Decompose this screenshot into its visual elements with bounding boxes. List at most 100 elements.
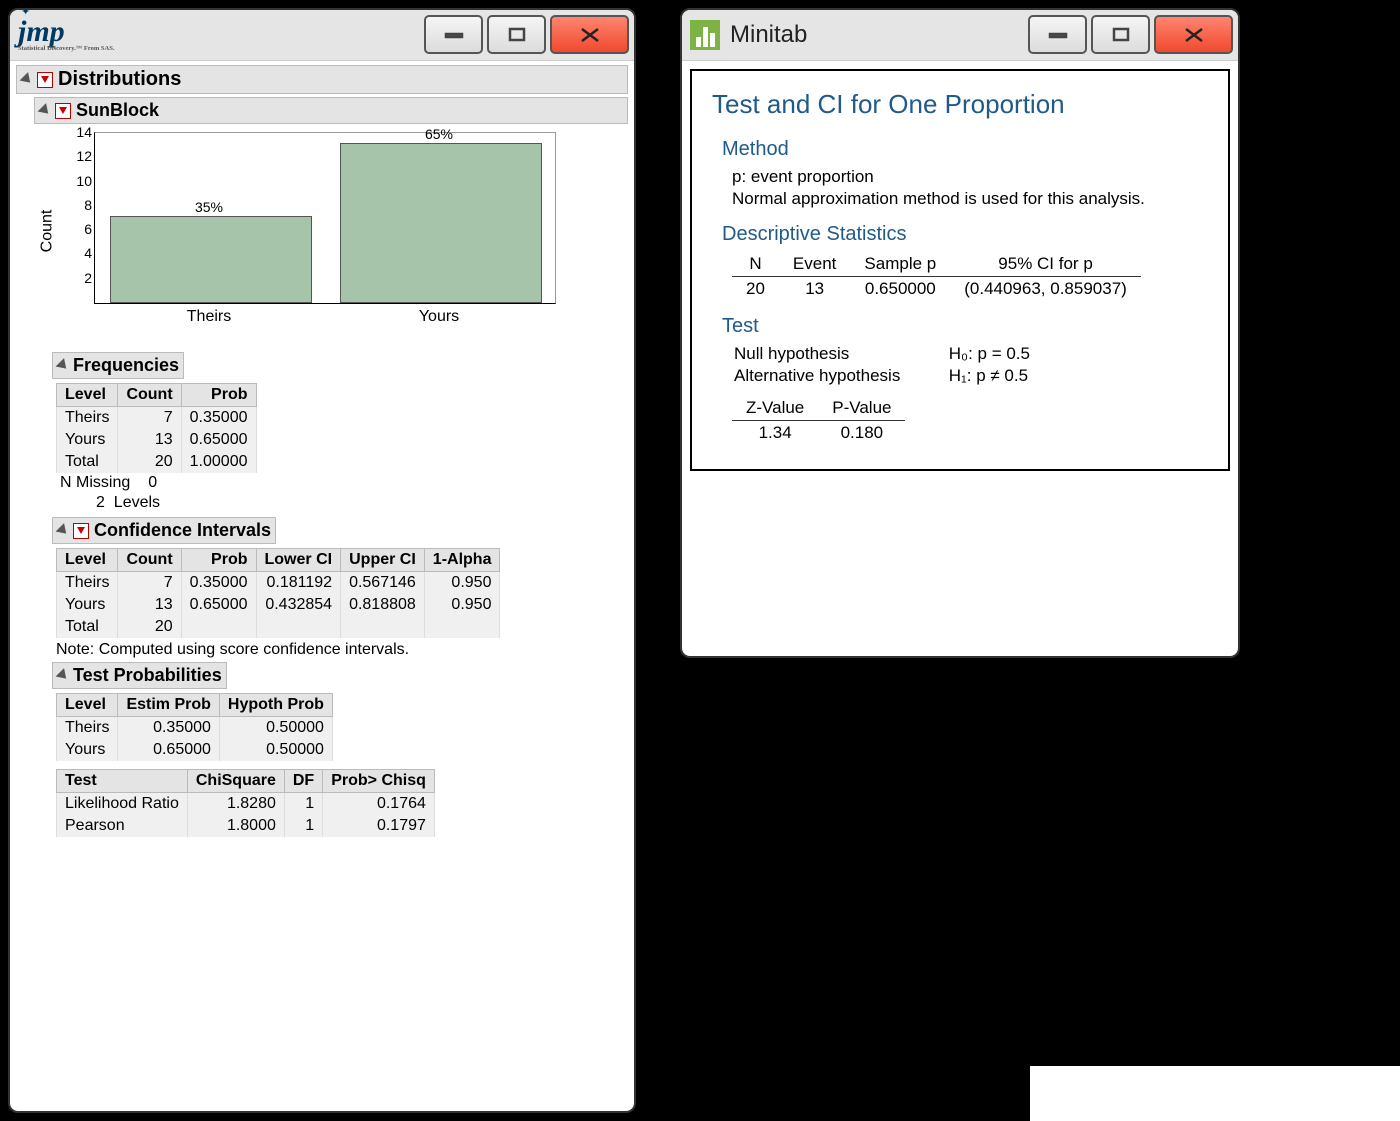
red-triangle-menu-icon[interactable]	[55, 103, 71, 119]
minitab-logo-icon	[690, 20, 720, 50]
jmp-logo: ✦jmp Statistical Discovery.™ From SAS.	[18, 17, 114, 54]
frequencies-title: Frequencies	[73, 355, 179, 376]
test-heading: Test	[722, 315, 1208, 338]
col-prob: Prob	[181, 384, 256, 407]
ci-header[interactable]: Confidence Intervals	[52, 517, 276, 544]
table-row: 20 13 0.650000 (0.440963, 0.859037)	[732, 277, 1141, 302]
alt-hypothesis-value: H₁: p ≠ 0.5	[949, 366, 1028, 385]
y-tick: 14	[68, 124, 92, 140]
col-samplep: Sample p	[850, 252, 950, 277]
y-tick: 10	[68, 173, 92, 189]
frequencies-table: Level Count Prob Theirs70.35000 Yours130…	[56, 383, 257, 473]
col-level: Level	[57, 694, 118, 717]
jmp-window: ✦jmp Statistical Discovery.™ From SAS. D…	[8, 8, 636, 1113]
ci-table: Level Count Prob Lower CI Upper CI 1-Alp…	[56, 548, 500, 638]
y-tick: 8	[68, 197, 92, 213]
table-header-row: Level Count Prob Lower CI Upper CI 1-Alp…	[57, 549, 500, 572]
disclosure-triangle-icon[interactable]	[56, 358, 71, 373]
bar	[110, 216, 312, 303]
jmp-logo-text: jmp	[18, 15, 65, 48]
table-row: Yours0.650000.50000	[57, 739, 333, 761]
disclosure-triangle-icon[interactable]	[20, 72, 35, 87]
tp-title: Test Probabilities	[73, 665, 222, 686]
distributions-header[interactable]: Distributions	[16, 65, 628, 94]
tp-table: Level Estim Prob Hypoth Prob Theirs0.350…	[56, 693, 333, 761]
table-row: Yours130.65000	[57, 429, 257, 451]
col-event: Event	[779, 252, 850, 277]
null-hypothesis-value: H₀: p = 0.5	[949, 344, 1030, 363]
table-row: 1.34 0.180	[732, 421, 905, 446]
col-hypoth: Hypoth Prob	[219, 694, 332, 717]
table-row: Theirs70.350000.1811920.5671460.950	[57, 572, 500, 595]
disclosure-triangle-icon[interactable]	[38, 103, 53, 118]
col-count: Count	[118, 384, 181, 407]
y-axis-label: Count	[38, 210, 56, 253]
close-button[interactable]	[1154, 15, 1233, 54]
frequencies-header[interactable]: Frequencies	[52, 352, 184, 379]
bar-percent-label: 35%	[195, 199, 223, 215]
col-ci: 95% CI for p	[950, 252, 1141, 277]
table-row: Total201.00000	[57, 451, 257, 473]
col-level: Level	[57, 384, 118, 407]
table-row: Theirs70.35000	[57, 407, 257, 430]
col-pchisq: Prob> Chisq	[323, 770, 435, 793]
method-line-1: p: event proportion	[732, 167, 1208, 187]
n-missing-row: N Missing0	[60, 473, 628, 493]
disclosure-triangle-icon[interactable]	[56, 668, 71, 683]
red-triangle-menu-icon[interactable]	[73, 523, 89, 539]
descriptive-table: N Event Sample p 95% CI for p 20 13 0.65…	[732, 252, 1141, 301]
col-pvalue: P-Value	[818, 396, 905, 421]
sunblock-header[interactable]: SunBlock	[34, 97, 628, 124]
method-line-2: Normal approximation method is used for …	[732, 189, 1208, 209]
maximize-button[interactable]	[487, 15, 546, 54]
table-header-row: Level Count Prob	[57, 384, 257, 407]
y-tick: 12	[68, 148, 92, 164]
col-prob: Prob	[181, 549, 256, 572]
table-header-row: Z-Value P-Value	[732, 396, 905, 421]
close-button[interactable]	[550, 15, 629, 54]
col-df: DF	[284, 770, 322, 793]
table-header-row: Test ChiSquare DF Prob> Chisq	[57, 770, 435, 793]
col-lower: Lower CI	[256, 549, 341, 572]
col-chisq: ChiSquare	[187, 770, 284, 793]
table-row: Theirs0.350000.50000	[57, 717, 333, 740]
y-tick: 4	[68, 245, 92, 261]
table-row: Total20	[57, 616, 500, 638]
x-category-label: Theirs	[187, 308, 231, 326]
red-triangle-menu-icon[interactable]	[37, 72, 53, 88]
minimize-button[interactable]	[424, 15, 483, 54]
method-heading: Method	[722, 138, 1208, 161]
disclosure-triangle-icon[interactable]	[56, 523, 71, 538]
null-hypothesis-row: Null hypothesis H₀: p = 0.5	[734, 344, 1208, 364]
minitab-body: Test and CI for One Proportion Method p:…	[690, 69, 1230, 471]
y-tick: 6	[68, 221, 92, 237]
table-row: Likelihood Ratio1.828010.1764	[57, 793, 435, 816]
table-row: Yours130.650000.4328540.8188080.950	[57, 594, 500, 616]
minimize-button[interactable]	[1028, 15, 1087, 54]
sunblock-title: SunBlock	[76, 100, 159, 121]
table-header-row: N Event Sample p 95% CI for p	[732, 252, 1141, 277]
col-count: Count	[118, 549, 181, 572]
zvalue-table: Z-Value P-Value 1.34 0.180	[732, 396, 905, 445]
footer-strip	[1030, 1066, 1400, 1121]
tp-header[interactable]: Test Probabilities	[52, 662, 227, 689]
minitab-window: Minitab Test and CI for One Proportion M…	[680, 8, 1240, 658]
col-alpha: 1-Alpha	[424, 549, 500, 572]
window-controls	[1024, 15, 1233, 54]
col-estim: Estim Prob	[118, 694, 219, 717]
bar-percent-label: 65%	[425, 126, 453, 142]
null-hypothesis-label: Null hypothesis	[734, 344, 944, 364]
col-test: Test	[57, 770, 188, 793]
y-tick: 2	[68, 270, 92, 286]
minitab-titlebar: Minitab	[682, 10, 1238, 61]
distributions-title: Distributions	[58, 68, 181, 91]
table-row: Pearson1.800010.1797	[57, 815, 435, 837]
chart-axes	[94, 132, 556, 304]
maximize-button[interactable]	[1091, 15, 1150, 54]
col-upper: Upper CI	[341, 549, 425, 572]
minitab-app-name: Minitab	[730, 21, 807, 49]
alt-hypothesis-row: Alternative hypothesis H₁: p ≠ 0.5	[734, 366, 1208, 386]
ci-title: Confidence Intervals	[94, 520, 271, 541]
window-controls	[420, 15, 629, 54]
col-zvalue: Z-Value	[732, 396, 818, 421]
